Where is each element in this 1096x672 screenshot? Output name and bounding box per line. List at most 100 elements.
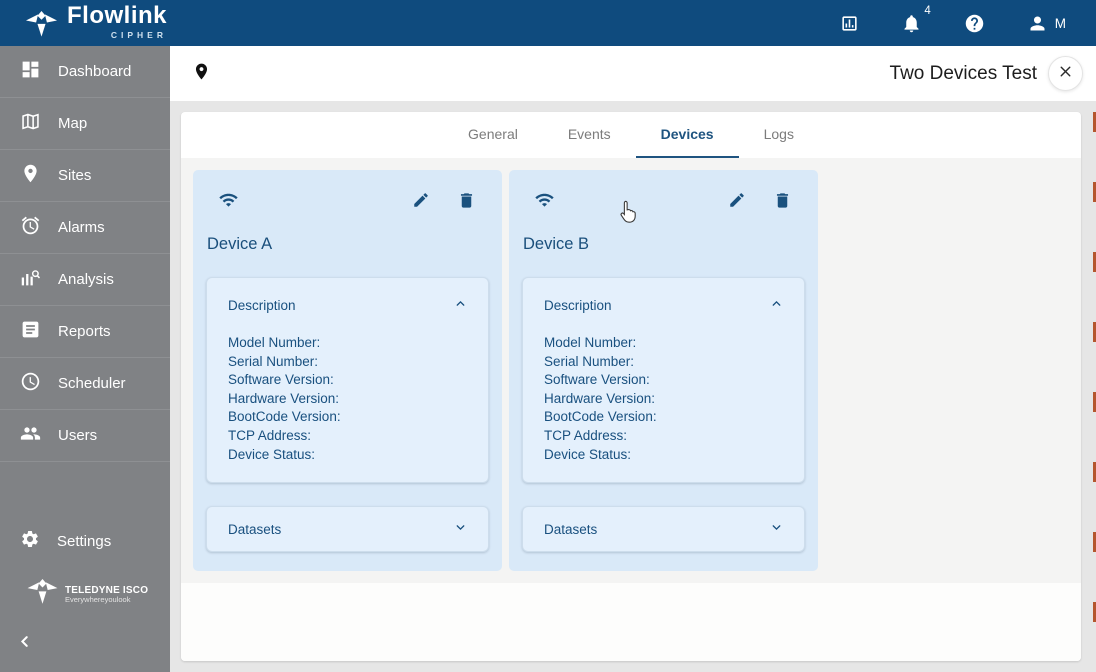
sidebar-item-label: Scheduler <box>58 375 126 392</box>
site-detail-panel: General Events Devices Logs Device A Des… <box>181 112 1081 661</box>
tab-general[interactable]: General <box>443 112 543 158</box>
main-content: Two Devices Test General Events Devices … <box>170 46 1096 672</box>
sidebar-item-label: Dashboard <box>58 63 132 80</box>
close-button[interactable] <box>1048 56 1083 91</box>
user-icon <box>1027 13 1048 34</box>
description-header[interactable]: Description <box>207 278 488 313</box>
device-name: Device B <box>523 235 590 253</box>
wifi-status-icon <box>216 190 241 215</box>
delete-device-button[interactable] <box>773 191 792 215</box>
device-field-label: Hardware Version: <box>544 390 656 406</box>
site-pin-icon <box>192 58 211 90</box>
chevron-up-icon <box>770 297 783 313</box>
close-icon <box>1057 63 1074 85</box>
panel-footer <box>181 583 1081 661</box>
sidebar-item-analysis[interactable]: Analysis <box>0 254 170 306</box>
description-header[interactable]: Description <box>523 278 804 313</box>
devices-tab-content: Device A Description Model Number: Seria… <box>181 158 1081 583</box>
topbar: Flowlink CIPHER 4 M <box>0 0 1096 46</box>
notifications-button[interactable]: 4 <box>901 5 931 34</box>
sidebar-item-label: Reports <box>58 323 111 340</box>
alarm-clock-icon <box>20 215 41 240</box>
device-field-label: TCP Address: <box>544 427 628 443</box>
bar-chart-icon <box>840 14 859 33</box>
device-field-label: BootCode Version: <box>544 409 657 425</box>
edit-device-button[interactable] <box>412 191 430 214</box>
chevron-down-icon <box>454 521 467 537</box>
user-initial: M <box>1054 15 1066 31</box>
page-header: Two Devices Test <box>170 46 1096 101</box>
flowlink-leaf-icon <box>25 4 58 43</box>
tab-devices[interactable]: Devices <box>635 112 739 158</box>
user-menu[interactable]: M <box>1027 13 1066 34</box>
tab-bar: General Events Devices Logs <box>181 112 1081 158</box>
datasets-title: Datasets <box>544 521 598 537</box>
sidebar-item-label: Analysis <box>58 271 114 288</box>
device-name: Device A <box>207 235 273 253</box>
sidebar-item-label: Map <box>58 115 88 132</box>
device-field-label: TCP Address: <box>228 427 312 443</box>
delete-device-button[interactable] <box>457 191 476 215</box>
bell-icon <box>901 13 922 34</box>
device-description-fields: Model Number: Serial Number: Software Ve… <box>207 313 488 482</box>
sidebar-item-map[interactable]: Map <box>0 98 170 150</box>
teledyne-isco-logo: TELEDYNE ISCO Everywhereyoulook <box>26 579 170 610</box>
chevron-down-icon <box>770 521 783 537</box>
sidebar: Dashboard Map Sites Alarms Analysis Repo… <box>0 46 170 672</box>
teledyne-brand-line2: Everywhereyoulook <box>65 594 131 604</box>
tab-label: Devices <box>660 126 714 142</box>
sidebar-item-label: Alarms <box>58 219 105 236</box>
help-button[interactable] <box>964 13 985 34</box>
brand-name: Flowlink <box>67 1 167 29</box>
device-field-label: Device Status: <box>544 446 632 462</box>
sidebar-collapse-button[interactable] <box>18 634 170 654</box>
device-description-fields: Model Number: Serial Number: Software Ve… <box>523 313 804 482</box>
device-field-label: Serial Number: <box>544 353 635 369</box>
datasets-header[interactable]: Datasets <box>207 507 488 551</box>
device-card-b: Device B Description Model Number: Seria… <box>509 170 818 571</box>
chevron-up-icon <box>454 297 467 313</box>
teledyne-leaf-icon <box>26 579 59 610</box>
sidebar-item-sites[interactable]: Sites <box>0 150 170 202</box>
datasets-title: Datasets <box>228 521 282 537</box>
notification-count-badge: 4 <box>924 4 931 17</box>
device-field-label: Software Version: <box>228 372 334 388</box>
tab-logs[interactable]: Logs <box>739 112 819 158</box>
sidebar-item-alarms[interactable]: Alarms <box>0 202 170 254</box>
sidebar-item-dashboard[interactable]: Dashboard <box>0 46 170 98</box>
device-field-label: Software Version: <box>544 372 650 388</box>
device-field-label: Hardware Version: <box>228 390 340 406</box>
sidebar-item-scheduler[interactable]: Scheduler <box>0 358 170 410</box>
map-icon <box>20 111 41 136</box>
chevron-left-icon <box>18 636 33 653</box>
device-field-label: BootCode Version: <box>228 409 341 425</box>
brand-logo: Flowlink CIPHER <box>25 1 167 43</box>
brand-subtitle: CIPHER <box>110 29 167 40</box>
sidebar-item-label: Sites <box>58 167 92 184</box>
sidebar-item-users[interactable]: Users <box>0 410 170 462</box>
page-title: Two Devices Test <box>889 62 1037 84</box>
tab-label: Logs <box>763 126 794 142</box>
sidebar-item-settings[interactable]: Settings <box>0 523 170 559</box>
sidebar-item-label: Settings <box>57 532 112 550</box>
dashboard-icon <box>20 59 41 84</box>
device-card-a: Device A Description Model Number: Seria… <box>193 170 502 571</box>
device-field-label: Serial Number: <box>228 353 319 369</box>
tab-events[interactable]: Events <box>543 112 636 158</box>
device-field-label: Model Number: <box>544 335 637 350</box>
document-icon <box>20 319 41 344</box>
datasets-panel: Datasets <box>522 506 805 553</box>
stats-button[interactable] <box>840 14 859 33</box>
device-field-label: Device Status: <box>228 446 316 462</box>
tab-label: Events <box>567 126 611 142</box>
edit-device-button[interactable] <box>728 191 746 214</box>
tab-label: General <box>468 126 518 142</box>
sidebar-item-reports[interactable]: Reports <box>0 306 170 358</box>
sidebar-item-label: Users <box>58 427 98 444</box>
wifi-status-icon <box>532 190 557 215</box>
description-title: Description <box>544 297 612 313</box>
description-panel: Description Model Number: Serial Number:… <box>206 277 489 484</box>
datasets-header[interactable]: Datasets <box>523 507 804 551</box>
chart-magnifier-icon <box>20 267 41 292</box>
description-title: Description <box>228 297 296 313</box>
